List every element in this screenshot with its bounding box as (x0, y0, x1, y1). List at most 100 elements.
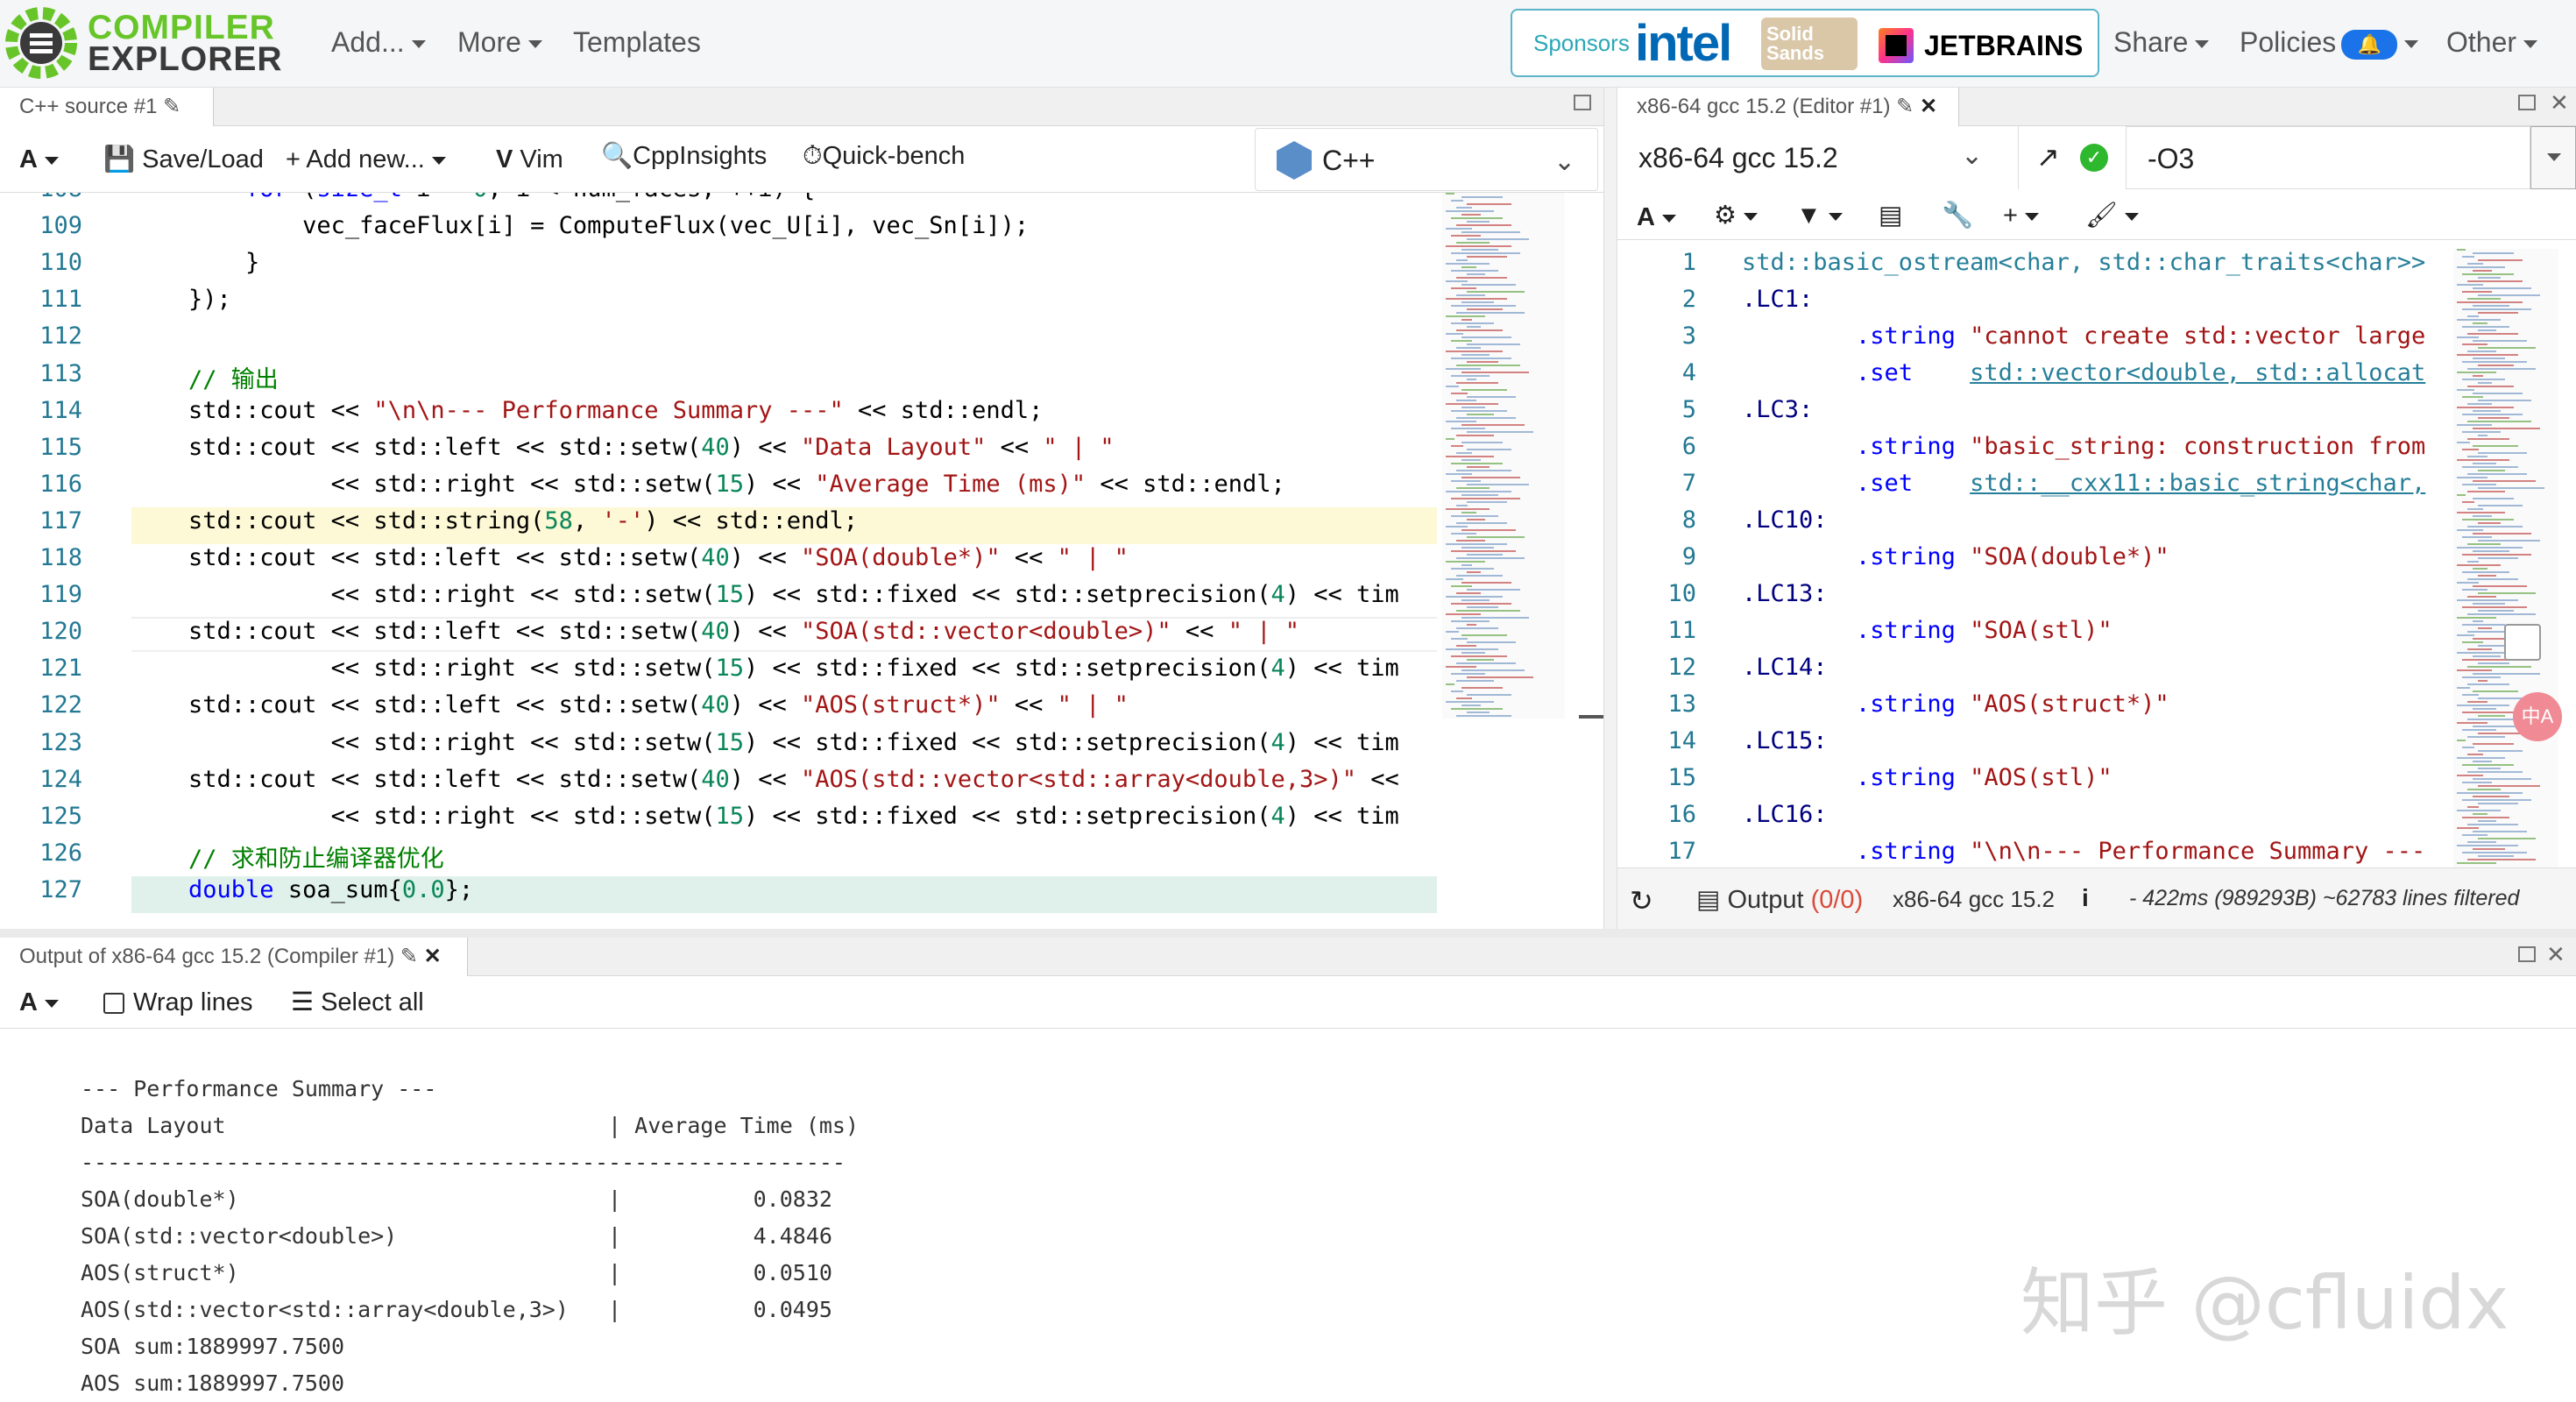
code-line[interactable]: } (131, 249, 259, 276)
asm-line[interactable]: .set std::__cxx11::basic_string<char, (1742, 470, 2425, 497)
font-button[interactable]: A (19, 142, 59, 177)
close-icon[interactable]: ✕ (424, 945, 442, 968)
code-line[interactable]: std::cout << std::string(58, '-') << std… (131, 507, 858, 535)
code-line[interactable]: std::cout << std::left << std::setw(40) … (131, 766, 1399, 793)
source-editor[interactable]: 108 for (size_t i = 0; i < num_faces; ++… (0, 193, 1437, 925)
add-new-button[interactable]: + Add new... (286, 142, 446, 177)
output-label: Output (1727, 886, 1804, 914)
code-line[interactable]: << std::right << std::setw(15) << std::f… (131, 729, 1399, 756)
asm-line[interactable]: .string "AOS(stl)" (1742, 764, 2112, 791)
code-line[interactable]: vec_faceFlux[i] = ComputeFlux(vec_U[i], … (131, 212, 1029, 239)
code-line[interactable]: std::cout << "\n\n--- Performance Summar… (131, 397, 1043, 424)
caret-down-icon (2024, 212, 2039, 221)
font-button[interactable]: A (19, 985, 59, 1020)
compiler-options-input[interactable]: -O3 (2126, 126, 2530, 189)
code-line[interactable]: std::cout << std::left << std::setw(40) … (131, 691, 1129, 719)
asm-line[interactable]: std::basic_ostream<char, std::char_trait… (1742, 249, 2425, 276)
asm-line[interactable]: .LC13: (1742, 580, 1828, 607)
pencil-icon[interactable]: ✎ (163, 95, 180, 118)
code-line[interactable]: std::cout << std::left << std::setw(40) … (131, 544, 1129, 571)
code-line[interactable]: // 输出 (131, 360, 279, 394)
settings-button[interactable]: ⚙ (1714, 198, 1758, 233)
output-button[interactable]: ▤ Output (0/0) (1696, 884, 1863, 915)
code-line[interactable]: << std::right << std::setw(15) << std::f… (131, 581, 1399, 608)
code-line[interactable]: // 求和防止编译器优化 (131, 839, 444, 874)
asm-line[interactable]: .string "cannot create std::vector large (1742, 322, 2425, 350)
language-select[interactable]: C++ ⌄ (1255, 128, 1598, 191)
wrap-lines-checkbox[interactable]: Wrap lines (103, 985, 252, 1020)
line-number: 110 (39, 249, 82, 277)
assembly-editor[interactable]: 1 std::basic_ostream<char, std::char_trai… (1617, 249, 2446, 867)
asm-line[interactable]: .LC1: (1742, 286, 1813, 313)
share-menu[interactable]: Share (2113, 26, 2210, 59)
asm-line[interactable]: .LC14: (1742, 654, 1828, 681)
brush-button[interactable]: 🖌 (2085, 198, 2139, 233)
add-menu[interactable]: Add... (331, 26, 426, 59)
maximize-icon[interactable] (1574, 95, 1591, 110)
horizontal-splitter[interactable] (0, 929, 2576, 938)
policies-menu[interactable]: Policies 🔔 (2240, 26, 2419, 60)
save-load-button[interactable]: 💾 Save/Load (103, 142, 264, 177)
code-line[interactable]: double soa_sum{0.0}; (131, 876, 473, 903)
code-line[interactable]: std::cout << std::left << std::setw(40) … (131, 434, 1115, 461)
compiler-select[interactable]: x86-64 gcc 15.2 ⌄ (1617, 126, 2019, 189)
cppinsights-button[interactable]: 🔍CppInsights (601, 138, 767, 173)
asm-line[interactable]: .set std::vector<double, std::allocat (1742, 359, 2425, 386)
tab-compiler[interactable]: x86-64 gcc 15.2 (Editor #1) ✎ ✕ (1617, 88, 1959, 126)
translate-icon[interactable]: 中A (2513, 692, 2562, 741)
asm-line[interactable]: .string "\n\n--- Performance Summary --- (1742, 838, 2425, 865)
quickbench-button[interactable]: ⏱Quick-bench (803, 138, 965, 173)
info-icon[interactable]: i (2082, 884, 2089, 912)
recompile-icon[interactable]: ↻ (1630, 884, 1653, 917)
select-all-button[interactable]: ☰ Select all (291, 985, 424, 1020)
tools-button[interactable]: 🔧 (1942, 198, 1973, 233)
compiler-footer: ↻ ▤ Output (0/0) x86-64 gcc 15.2 i - 422… (1617, 867, 2576, 929)
source-scroll-thumb[interactable] (1579, 715, 1603, 719)
close-icon[interactable]: ✕ (1920, 95, 1937, 118)
asm-line[interactable]: .string "basic_string: construction from (1742, 433, 2425, 460)
asm-line[interactable]: .LC10: (1742, 506, 1828, 534)
code-line[interactable]: std::cout << std::left << std::setw(40) … (131, 618, 1299, 645)
filter-button[interactable]: ▼ (1796, 198, 1843, 233)
qr-scan-icon[interactable] (2504, 624, 2541, 661)
compiler-explorer-logo-icon[interactable] (4, 4, 79, 82)
asm-minimap[interactable] (2453, 249, 2558, 867)
code-line[interactable]: << std::right << std::setw(15) << std::f… (131, 803, 1399, 830)
asm-line-number: 8 (1681, 506, 1696, 534)
asm-line[interactable]: .LC16: (1742, 801, 1828, 828)
options-dropdown-button[interactable] (2530, 126, 2576, 189)
asm-line[interactable]: .string "AOS(struct*)" (1742, 690, 2169, 718)
libraries-button[interactable]: ▤ (1879, 198, 1902, 233)
templates-link[interactable]: Templates (573, 26, 701, 59)
pencil-icon[interactable]: ✎ (1896, 95, 1914, 118)
floppy-icon: 💾 (103, 145, 136, 173)
minimap-graphic (2457, 249, 2544, 864)
close-icon[interactable]: ✕ (2550, 89, 2569, 117)
logo-wordmark[interactable]: COMPILER EXPLORER (88, 11, 283, 76)
asm-line[interactable]: .string "SOA(stl)" (1742, 617, 2112, 644)
tab-output[interactable]: Output of x86-64 gcc 15.2 (Compiler #1) … (0, 938, 468, 976)
add-pane-button[interactable]: + (2003, 198, 2039, 233)
code-line[interactable]: }); (131, 286, 231, 313)
code-line[interactable]: << std::right << std::setw(15) << "Avera… (131, 471, 1285, 498)
open-external-icon[interactable]: ↗ (2036, 140, 2060, 173)
asm-line[interactable]: .LC15: (1742, 727, 1828, 754)
maximize-icon[interactable] (2518, 946, 2536, 962)
asm-line[interactable]: .string "SOA(double*)" (1742, 543, 2169, 570)
other-menu[interactable]: Other (2446, 26, 2538, 59)
code-line[interactable]: for (size_t i = 0; i < num_faces; ++i) { (131, 193, 815, 202)
vim-button[interactable]: V Vim (496, 142, 563, 177)
source-minimap[interactable] (1442, 193, 1565, 719)
pencil-icon[interactable]: ✎ (400, 945, 418, 968)
asm-line[interactable]: .LC3: (1742, 396, 1813, 423)
font-button[interactable]: A (1637, 200, 1676, 235)
maximize-icon[interactable] (2518, 95, 2536, 110)
vertical-splitter[interactable] (1603, 88, 1617, 929)
close-icon[interactable]: ✕ (2546, 941, 2565, 968)
code-line[interactable]: << std::right << std::setw(15) << std::f… (131, 655, 1399, 682)
tab-cpp-source[interactable]: C++ source #1 ✎ (0, 88, 214, 126)
more-menu[interactable]: More (457, 26, 542, 59)
sponsors-box[interactable]: Sponsors intel Solid Sands JETBRAINS (1511, 9, 2099, 77)
asm-line-number: 10 (1667, 580, 1696, 607)
line-number: 115 (39, 433, 82, 461)
